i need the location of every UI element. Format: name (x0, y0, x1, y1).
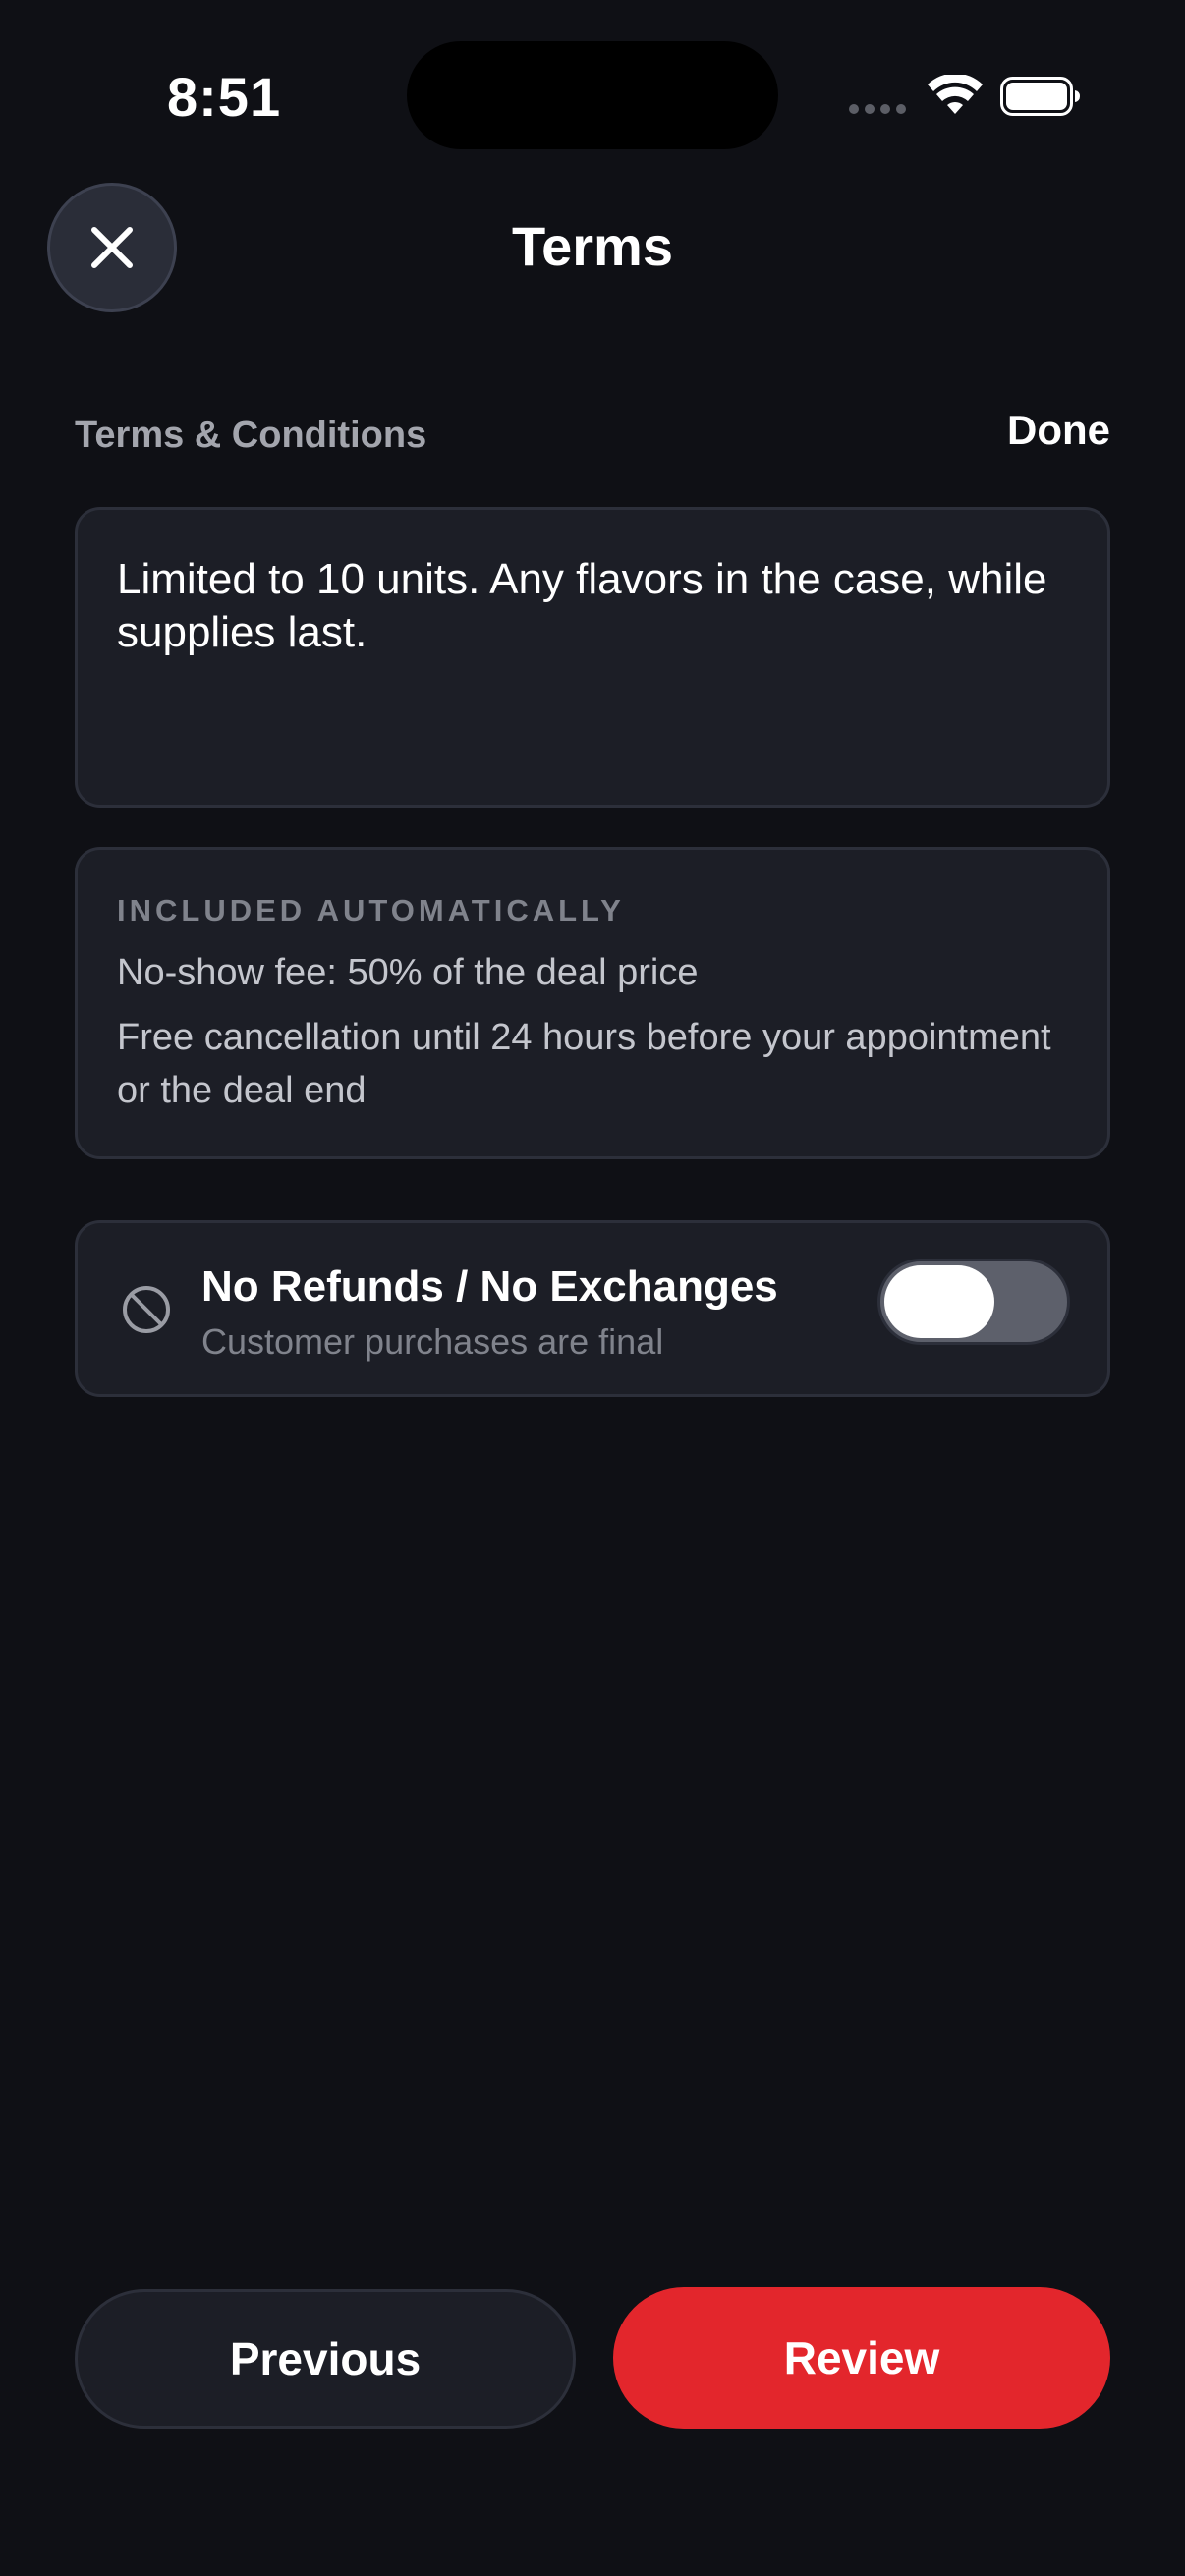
included-line-free-cancellation: Free cancellation until 24 hours before … (117, 1017, 1051, 1111)
no-refunds-title: No Refunds / No Exchanges (201, 1262, 778, 1311)
page-title: Terms (512, 215, 673, 277)
status-time: 8:51 (167, 66, 282, 128)
toggle-knob (884, 1265, 994, 1338)
review-button[interactable]: Review (613, 2287, 1110, 2429)
no-refunds-toggle[interactable] (877, 1259, 1070, 1345)
terms-textarea[interactable]: Limited to 10 units. Any flavors in the … (75, 507, 1110, 808)
no-refunds-subtitle: Customer purchases are final (201, 1321, 664, 1362)
wifi-icon (928, 75, 983, 114)
section-label: Terms & Conditions (75, 415, 427, 456)
terms-textarea-value: Limited to 10 units. Any flavors in the … (117, 555, 1047, 656)
terms-screen: 8:51 Terms Terms & Conditions Done Limit… (0, 0, 1185, 2576)
dynamic-island (407, 41, 778, 149)
previous-button[interactable]: Previous (75, 2289, 576, 2429)
no-refunds-row[interactable]: No Refunds / No Exchanges Customer purch… (75, 1220, 1110, 1397)
battery-icon (1000, 77, 1080, 116)
included-line-no-show-fee: No-show fee: 50% of the deal price (117, 952, 699, 993)
included-heading: INCLUDED AUTOMATICALLY (117, 893, 625, 927)
signal-dots-icon (849, 104, 906, 114)
included-automatically-card: INCLUDED AUTOMATICALLY No-show fee: 50% … (75, 847, 1110, 1159)
done-button[interactable]: Done (1007, 407, 1110, 454)
ban-icon (123, 1286, 170, 1333)
